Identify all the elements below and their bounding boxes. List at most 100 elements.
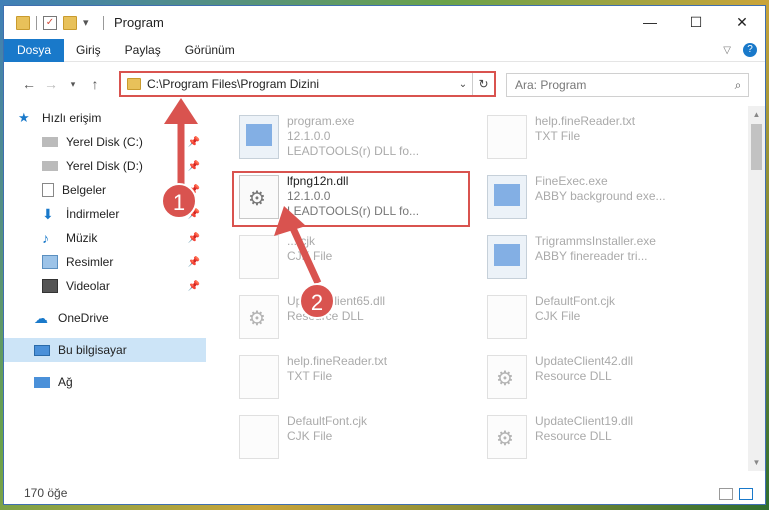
back-arrow-icon[interactable]: ← — [18, 76, 40, 92]
expand-ribbon-icon[interactable]: ▽ — [723, 45, 731, 56]
file-name: UpdateClient42.dll — [535, 354, 634, 368]
view-buttons — [719, 488, 753, 500]
minimize-button[interactable]: — — [627, 6, 673, 38]
tab-share[interactable]: Paylaş — [113, 39, 173, 62]
sidebar-item-music[interactable]: ♪ Müzik 📌 — [4, 226, 206, 250]
file-tile[interactable]: TrigrammsInstaller.exe ABBY finereader tr… — [481, 232, 726, 286]
pin-icon: 📌 — [187, 232, 200, 244]
tab-view[interactable]: Görünüm — [173, 39, 247, 62]
drive-icon — [42, 161, 58, 171]
sidebar-item-videos[interactable]: Videolar 📌 — [4, 274, 206, 298]
tab-file[interactable]: Dosya — [4, 38, 64, 62]
details-view-icon[interactable] — [719, 488, 733, 500]
sidebar-item-label: OneDrive — [58, 311, 109, 325]
download-icon: ⬇ — [42, 206, 54, 222]
file-tile[interactable]: program.exe 12.1.0.0 LEADTOOLS(r) DLL fo..… — [233, 112, 478, 166]
sidebar-item-disk-c[interactable]: Yerel Disk (C:) 📌 — [4, 130, 206, 154]
sidebar-item-network[interactable]: Ağ — [4, 370, 206, 394]
file-tile[interactable]: ....cjk CJK File — [233, 232, 478, 286]
file-type: ABBY finereader tri... — [535, 249, 648, 263]
ribbon-right: ▽ ? — [723, 43, 757, 57]
vertical-scrollbar[interactable]: ▲ ▼ — [748, 106, 765, 471]
cjk-file-icon — [239, 415, 279, 459]
sidebar-item-label: Bu bilgisayar — [58, 343, 127, 357]
customize-icon[interactable]: ▾ — [83, 16, 97, 30]
file-tile[interactable]: DefaultFont.cjk CJK File — [233, 412, 478, 466]
window-title: Program — [114, 15, 164, 30]
sidebar-item-label: Müzik — [66, 231, 98, 245]
ribbon-tabs: Dosya Giriş Paylaş Görünüm ▽ ? — [4, 38, 765, 62]
file-type: CJK File — [287, 429, 333, 443]
file-tile[interactable]: FineExec.exe ABBY background exe... — [481, 172, 726, 226]
tab-home[interactable]: Giriş — [64, 39, 113, 62]
search-input[interactable]: Ara: Program — [515, 78, 728, 92]
cjk-file-icon — [487, 295, 527, 339]
exe-file-icon — [239, 115, 279, 159]
window-controls: — ☐ ✕ — [627, 6, 765, 38]
file-name: UpdateClient19.dll — [535, 414, 634, 428]
text-file-icon — [487, 115, 527, 159]
divider — [36, 15, 37, 30]
search-icon[interactable]: ⌕ — [728, 78, 748, 93]
file-type: ABBY background exe... — [535, 189, 666, 203]
maximize-button[interactable]: ☐ — [673, 6, 719, 38]
navigation-pane: ★ Hızlı erişim Yerel Disk (C:) 📌 Yerel D… — [4, 106, 206, 471]
properties-icon[interactable]: ✓ — [43, 15, 57, 30]
file-type: TXT File — [535, 129, 581, 143]
file-list: program.exe 12.1.0.0 LEADTOOLS(r) DLL fo..… — [209, 106, 742, 471]
file-name: DefaultFont.cjk — [287, 414, 368, 428]
sidebar-item-pictures[interactable]: Resimler 📌 — [4, 250, 206, 274]
exe-file-icon — [487, 175, 527, 219]
explorer-window: ✓ ▾ Program — ☐ ✕ Dosya Giriş Paylaş Gör… — [3, 5, 766, 505]
exe-file-icon — [487, 235, 527, 279]
address-bar[interactable]: C:\Program Files\Program Dizini ⌄ ↻ — [119, 71, 496, 97]
network-icon — [34, 376, 50, 388]
tiles-view-icon[interactable] — [739, 488, 753, 500]
close-button[interactable]: ✕ — [719, 6, 765, 38]
scroll-down-icon[interactable]: ▼ — [748, 454, 765, 471]
pictures-icon — [42, 255, 58, 269]
computer-icon — [34, 344, 50, 356]
scroll-thumb[interactable] — [751, 124, 762, 170]
title-bar: ✓ ▾ Program — ☐ ✕ — [4, 6, 765, 39]
search-box[interactable]: Ara: Program ⌕ — [506, 73, 749, 97]
sidebar-item-this-pc[interactable]: Bu bilgisayar — [4, 338, 206, 362]
file-tile[interactable]: help.fineReader.txt TXT File — [481, 112, 726, 166]
drive-icon — [42, 137, 58, 147]
pin-icon: 📌 — [187, 160, 200, 172]
file-tile[interactable]: DefaultFont.cjk CJK File — [481, 292, 726, 346]
file-type: TXT File — [287, 369, 333, 383]
forward-arrow-icon[interactable]: → — [40, 76, 62, 92]
sidebar-item-onedrive[interactable]: ☁ OneDrive — [4, 306, 206, 330]
sidebar-item-label: Hızlı erişim — [42, 111, 102, 125]
file-tile[interactable]: UpdateClient42.dllResource DLL — [481, 352, 726, 406]
up-arrow-icon[interactable]: ↑ — [84, 76, 106, 92]
refresh-icon[interactable]: ↻ — [472, 73, 494, 95]
file-tile[interactable]: UpdateClient19.dllResource DLL — [481, 412, 726, 466]
navigation-bar: ← → ▾ ↑ C:\Program Files\Program Dizini … — [4, 67, 765, 101]
item-count: 170 öğe — [24, 486, 68, 500]
sidebar-item-disk-d[interactable]: Yerel Disk (D:) 📌 — [4, 154, 206, 178]
new-folder-icon[interactable] — [63, 15, 77, 30]
file-tile[interactable]: UpdateClient65.dllResource DLL — [233, 292, 478, 346]
sidebar-item-quick-access[interactable]: ★ Hızlı erişim — [4, 106, 206, 130]
star-icon: ★ — [18, 110, 30, 125]
dll-file-icon — [487, 355, 527, 399]
sidebar-item-label: Ağ — [58, 375, 73, 389]
scroll-up-icon[interactable]: ▲ — [748, 106, 765, 123]
sidebar-item-label: Belgeler — [62, 183, 107, 197]
address-path[interactable]: C:\Program Files\Program Dizini — [147, 77, 454, 91]
sidebar-item-label: İndirmeler — [66, 207, 120, 221]
help-icon[interactable]: ? — [743, 43, 757, 57]
step-1-badge: 1 — [161, 183, 197, 219]
file-name: FineExec.exe — [535, 174, 608, 188]
file-tile[interactable]: help.fineReader.txt TXT File — [233, 352, 478, 406]
sidebar-item-label: Yerel Disk (C:) — [66, 135, 143, 149]
chevron-down-icon[interactable]: ⌄ — [454, 79, 472, 90]
file-type: CJK File — [287, 249, 333, 263]
recent-locations-icon[interactable]: ▾ — [62, 79, 84, 90]
dll-file-icon — [239, 295, 279, 339]
file-type: Resource DLL — [535, 369, 612, 383]
